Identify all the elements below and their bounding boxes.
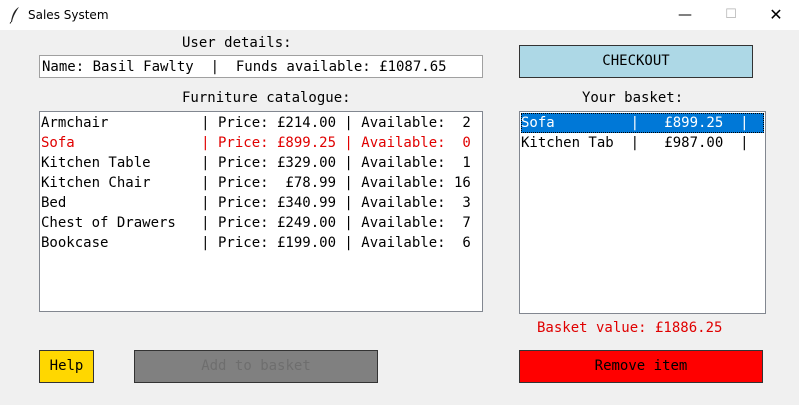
catalogue-item-bed[interactable]: Bed | Price: £340.99 | Available: 3 <box>41 193 471 213</box>
catalogue-heading: Furniture catalogue: <box>182 90 351 106</box>
user-info-text: Name: Basil Fawlty | Funds available: £1… <box>42 59 447 75</box>
catalogue-item-bookcase[interactable]: Bookcase | Price: £199.00 | Available: 6 <box>41 233 471 253</box>
title-bar: Sales System — ☐ ✕ <box>0 0 799 30</box>
catalogue-item-armchair[interactable]: Armchair | Price: £214.00 | Available: 2 <box>41 113 471 133</box>
basket-value-label: Basket value: £1886.25 <box>537 320 723 336</box>
user-details-heading: User details: <box>182 35 292 51</box>
checkout-button[interactable]: CHECKOUT <box>519 45 753 78</box>
user-info-field[interactable]: Name: Basil Fawlty | Funds available: £1… <box>39 55 483 78</box>
close-button[interactable]: ✕ <box>753 0 799 30</box>
window-title: Sales System <box>28 8 109 22</box>
catalogue-item-kitchen-chair[interactable]: Kitchen Chair | Price: £78.99 | Availabl… <box>41 173 471 193</box>
basket-heading: Your basket: <box>582 90 684 106</box>
help-button[interactable]: Help <box>39 350 94 383</box>
catalogue-item-sofa[interactable]: Sofa | Price: £899.25 | Available: 0 <box>41 133 471 153</box>
minimize-button[interactable]: — <box>662 0 708 30</box>
remove-item-button[interactable]: Remove item <box>519 350 763 383</box>
catalogue-list[interactable]: Armchair | Price: £214.00 | Available: 2… <box>39 111 483 312</box>
feather-icon <box>9 7 19 24</box>
catalogue-item-chest-of-drawers[interactable]: Chest of Drawers | Price: £249.00 | Avai… <box>41 213 471 233</box>
basket-item-kitchen-table[interactable]: Kitchen Tab | £987.00 | 3 <box>521 133 765 153</box>
catalogue-item-kitchen-table[interactable]: Kitchen Table | Price: £329.00 | Availab… <box>41 153 471 173</box>
basket-item-sofa[interactable]: Sofa | £899.25 | 1 <box>521 113 764 133</box>
basket-list[interactable]: Sofa | £899.25 | 1 Kitchen Tab | £987.00… <box>519 111 766 314</box>
add-to-basket-button[interactable]: Add to basket <box>134 350 378 383</box>
maximize-button[interactable]: ☐ <box>708 0 754 30</box>
